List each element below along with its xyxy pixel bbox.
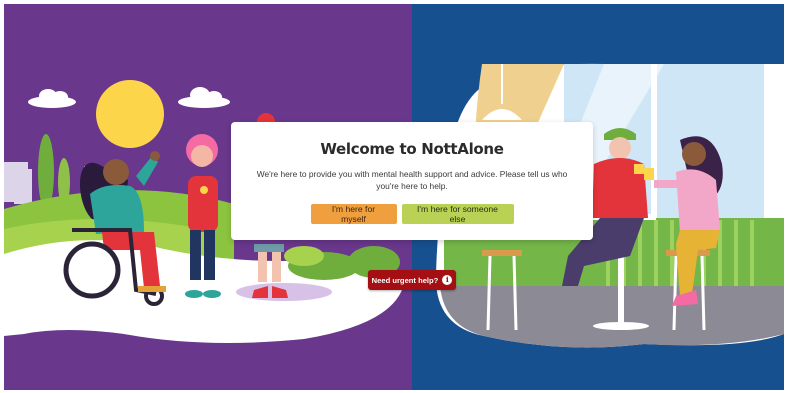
info-icon: i (442, 275, 453, 285)
welcome-description: We're here to provide you with mental he… (256, 169, 568, 191)
mug-icon (634, 164, 644, 174)
hero-scene: Welcome to NottAlone We're here to provi… (4, 4, 784, 390)
welcome-title: Welcome to NottAlone (320, 140, 504, 158)
urgent-help-label: Need urgent help? (371, 275, 439, 285)
here-for-someone-else-button[interactable]: I'm here for someone else (401, 204, 514, 224)
urgent-help-button[interactable]: Need urgent help? i (368, 270, 456, 290)
welcome-dialog: Welcome to NottAlone We're here to provi… (231, 122, 593, 240)
here-for-myself-button[interactable]: I'm here for myself (310, 204, 397, 224)
mug-icon (644, 168, 654, 180)
audience-button-group: I'm here for myself I'm here for someone… (231, 204, 593, 224)
